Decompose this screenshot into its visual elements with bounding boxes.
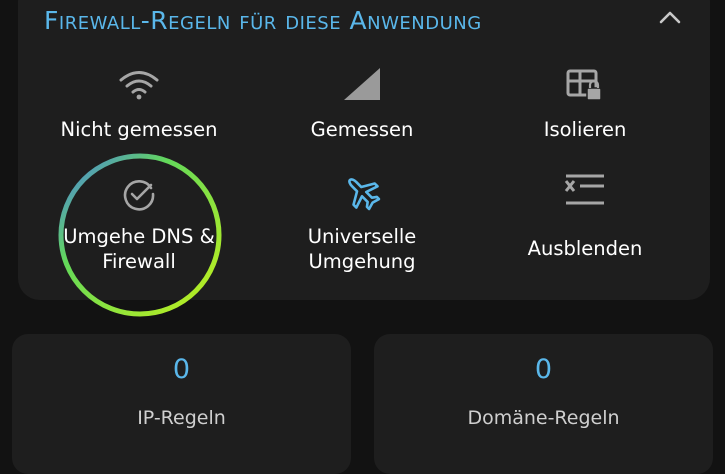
option-label-line1: Umgehe DNS & [63, 225, 215, 248]
ip-rules-count: 0 [172, 354, 191, 385]
section-title: Firewall-Regeln für diese Anwendung [44, 6, 482, 35]
wifi-icon [119, 71, 159, 100]
option-label-line2: Umgehung [308, 250, 416, 273]
ip-rules-label: IP-Regeln [137, 407, 226, 429]
option-bypass-dns-firewall[interactable]: Umgehe DNS & Firewall [29, 170, 249, 280]
option-label: Isolieren [543, 118, 627, 141]
option-label: Nicht gemessen [60, 118, 218, 141]
collapse-button[interactable] [652, 2, 688, 32]
airplane-icon [348, 178, 381, 211]
option-hide[interactable]: Ausblenden [475, 170, 695, 280]
option-metered[interactable]: Gemessen [252, 60, 472, 145]
option-label-line1: Universelle [307, 225, 417, 248]
domain-rules-count: 0 [534, 354, 553, 385]
option-label: Ausblenden [527, 237, 643, 260]
option-isolate[interactable]: Isolieren [475, 60, 695, 145]
option-label: Gemessen [310, 118, 414, 141]
chevron-up-icon [659, 11, 681, 24]
option-label-line2: Firewall [102, 250, 176, 273]
option-universal-bypass[interactable]: Universelle Umgehung [252, 170, 472, 280]
hide-list-icon [564, 174, 604, 205]
table-lock-icon [566, 69, 602, 101]
check-circle-icon [123, 180, 155, 211]
signal-triangle-icon [344, 68, 380, 100]
domain-rules-label: Domäne-Regeln [467, 407, 620, 429]
option-unmetered[interactable]: Nicht gemessen [29, 60, 249, 145]
